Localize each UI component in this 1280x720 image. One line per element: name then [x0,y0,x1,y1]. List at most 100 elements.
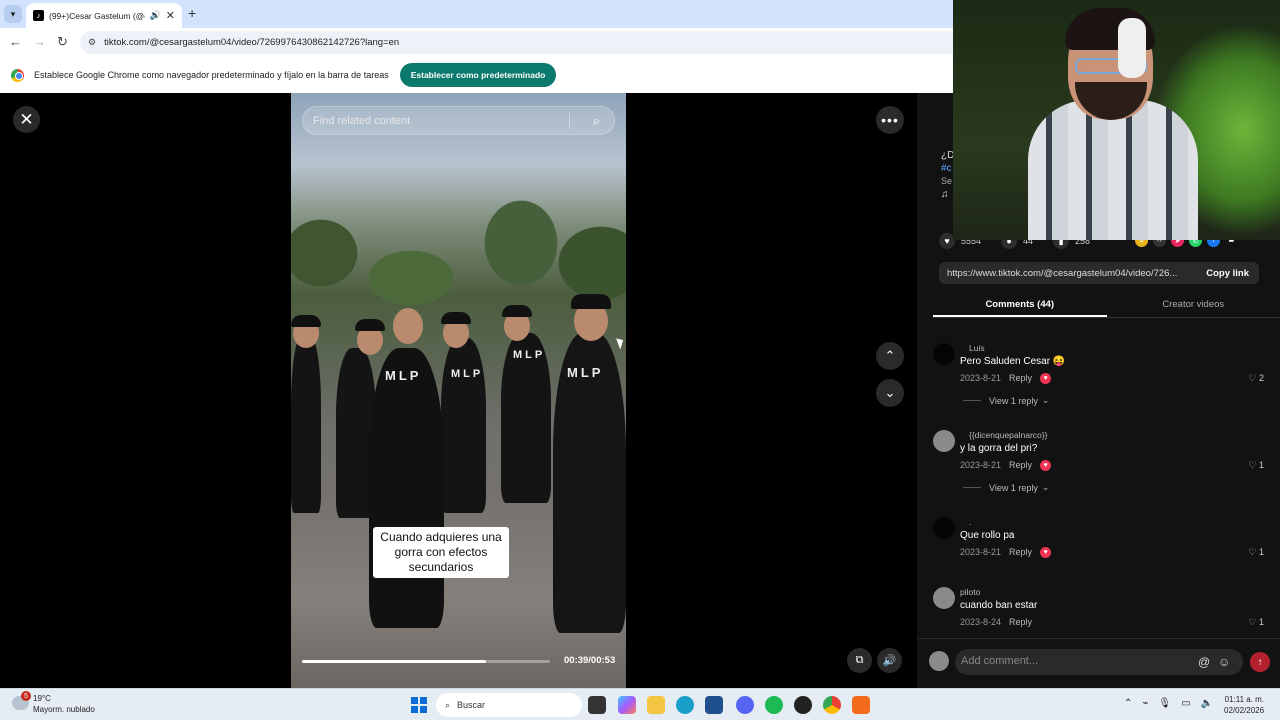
network-icon[interactable]: ⌁ [1142,698,1148,709]
reload-icon[interactable]: ↻ [57,34,68,50]
taskbar-clock[interactable]: 01:11 a. m. 02/02/2026 [1224,694,1264,716]
caption-line: secundarios [408,560,474,574]
search-icon[interactable]: ⌕ [593,113,600,129]
obs-icon[interactable] [794,696,812,714]
avatar[interactable] [933,343,955,365]
tab-comments[interactable]: Comments (44) [933,293,1107,317]
avatar[interactable] [933,587,955,609]
app-icon[interactable] [852,696,870,714]
cap [441,312,471,324]
search-icon: ⌕ [445,699,451,710]
caption-line: gorra con efectos [394,545,488,559]
comment-meta: 2023-8-21 Reply ♥ [960,373,1052,384]
heart-outline-icon: ♡ [1248,617,1259,627]
chrome-icon[interactable] [823,696,841,714]
set-default-button[interactable]: Establecer como predeterminado [399,63,557,87]
store-icon[interactable] [705,696,723,714]
video-viewer: ✕ MLP MLP MLP MLP Find related content ⌕… [0,93,917,688]
avatar[interactable] [933,430,955,452]
display-icon[interactable]: ▭ [1181,698,1190,709]
infobar-text: Establece Google Chrome como navegador p… [34,70,389,80]
forward-icon[interactable]: → [33,34,46,49]
emoji-icon[interactable]: ☺ [1218,655,1230,669]
video-link-url[interactable]: https://www.tiktok.com/@cesargastelum04/… [947,268,1196,279]
shirt-print: MLP [567,365,604,380]
close-icon: ✕ [19,109,34,129]
url-text[interactable]: tiktok.com/@cesargastelum04/video/726997… [104,37,399,48]
avatar[interactable] [933,517,955,539]
edge-icon[interactable] [676,696,694,714]
creator-liked-icon: ♥ [1040,460,1052,471]
comment-text: y la gorra del pri? [960,443,1038,454]
windows-logo-icon [411,705,418,713]
comment-date: 2023-8-21 [960,460,1002,470]
heart-outline-icon: ♡ [1248,373,1259,383]
reply-button[interactable]: Reply [1009,547,1032,558]
comment-username[interactable]: piloto [960,587,980,597]
cap [291,315,321,327]
next-video-button[interactable]: ⌄ [876,379,904,407]
copy-link-button[interactable]: Copy link [1196,268,1259,279]
comment-text: Que rollo pa [960,530,1015,541]
file-explorer-icon[interactable] [647,696,665,714]
comment-like-button[interactable]: ♡ 1 [1248,460,1264,471]
related-content-search[interactable]: Find related content ⌕ [302,106,615,135]
comment-like-button[interactable]: ♡ 2 [1248,373,1264,384]
task-view-icon[interactable] [588,696,606,714]
windows-logo-icon [411,697,418,705]
site-info-icon[interactable]: ⚙ [88,37,96,48]
browser-tab[interactable]: ♪ (99+)Cesar Gastelum (@ce 🔊 ✕ [26,3,182,28]
spotify-icon[interactable] [765,696,783,714]
system-tray: ⌃ ⌁ 🎙 ▭ 🔈 [1124,698,1213,709]
comment-username[interactable]: . [969,517,971,527]
clock-date: 02/02/2026 [1224,706,1265,715]
person-figure [291,333,321,513]
discord-icon[interactable] [736,696,754,714]
streamer-headset [1118,18,1146,78]
video-player[interactable]: MLP MLP MLP MLP Find related content ⌕ C… [291,93,626,688]
back-icon[interactable]: ← [9,34,22,49]
taskbar-search-label: Buscar [457,700,486,710]
view-replies-button[interactable]: View 1 reply ⌄ [963,482,1049,493]
shirt-print: MLP [451,368,484,380]
reply-button[interactable]: Reply [1009,373,1032,384]
microphone-icon[interactable]: 🎙 [1158,698,1171,709]
comment-like-button[interactable]: ♡ 1 [1248,617,1264,628]
reply-button[interactable]: Reply [1009,460,1032,471]
shirt-print: MLP [385,368,422,383]
post-comment-button[interactable]: ↑ [1250,652,1270,672]
heart-outline-icon: ♡ [1248,547,1259,557]
reply-button[interactable]: Reply [1009,617,1032,627]
new-tab-icon[interactable]: + [188,5,196,21]
video-progress-bar[interactable] [302,660,550,663]
person-figure [441,338,486,513]
close-tab-icon[interactable]: ✕ [166,9,175,22]
mini-player-icon: ⧉ [855,654,864,666]
volume-button[interactable]: 🔊 [877,648,902,673]
mention-icon[interactable]: @ [1198,655,1210,669]
comment-like-button[interactable]: ♡ 1 [1248,547,1264,558]
clock-time: 01:11 a. m. [1224,695,1265,704]
video-caption: Cuando adquieres una gorra con efectos s… [373,527,509,578]
tab-search-icon[interactable]: ▾ [4,5,22,23]
avatar [929,651,949,671]
comment-username[interactable]: Luis [969,343,985,353]
volume-icon[interactable]: 🔈 [1201,698,1213,709]
start-button[interactable] [411,697,427,713]
tab-creator-videos[interactable]: Creator videos [1107,293,1280,317]
cap [355,319,385,331]
chevron-up-icon[interactable]: ⌃ [1124,698,1132,709]
comment-like-count: 1 [1258,460,1264,470]
previous-video-button[interactable]: ⌃ [876,342,904,370]
taskbar-search[interactable]: ⌕ Buscar [436,693,582,717]
mini-player-button[interactable]: ⧉ [847,648,872,673]
reply-divider [963,400,981,401]
copilot-icon[interactable] [618,696,636,714]
windows-taskbar: 5 19°C Mayorm. nublado ⌕ Buscar ⌃ ⌁ 🎙 ▭ … [0,688,1280,720]
address-bar[interactable]: ⚙ tiktok.com/@cesargastelum04/video/7269… [80,31,970,54]
audio-playing-icon[interactable]: 🔊 [150,10,161,21]
close-video-button[interactable]: ✕ [13,106,40,133]
comment-username[interactable]: {{dicenquepalnarco}} [969,430,1047,440]
more-options-button[interactable]: ••• [876,106,904,134]
view-replies-button[interactable]: View 1 reply ⌄ [963,395,1049,406]
